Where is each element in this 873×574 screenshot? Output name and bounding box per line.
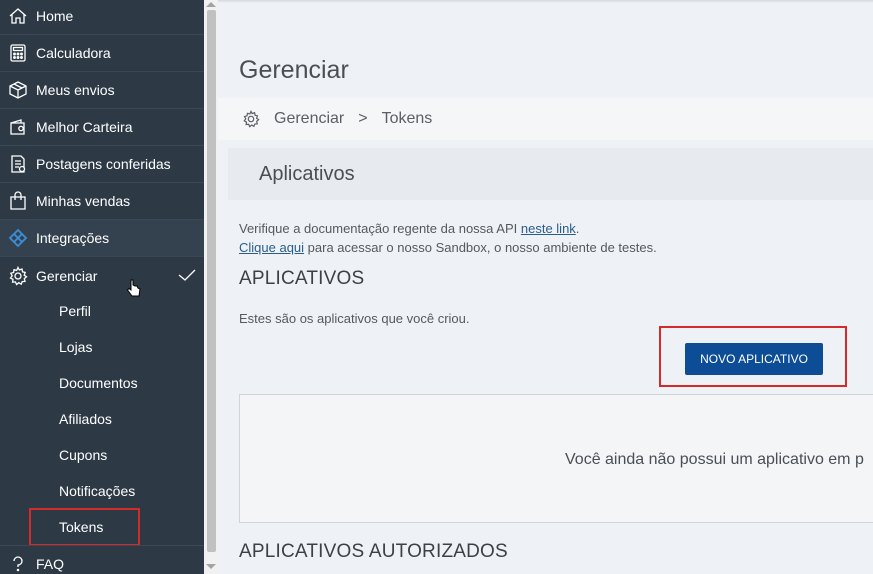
scrollbar-thumb[interactable]: [207, 10, 216, 552]
top-shadow: [218, 0, 873, 3]
sidebar-subitem-notificacoes[interactable]: Notificações: [59, 481, 135, 501]
home-icon: [0, 0, 36, 35]
package-icon: [0, 72, 36, 109]
tokens-highlight-box: [29, 508, 140, 546]
gear-icon: [0, 257, 36, 294]
integration-icon: [0, 220, 36, 257]
breadcrumb-current: Tokens: [381, 110, 433, 127]
breadcrumb: Gerenciar > Tokens: [218, 98, 873, 140]
breadcrumb-root[interactable]: Gerenciar: [274, 110, 344, 128]
sidebar-item-home[interactable]: Home: [0, 0, 204, 35]
authorized-apps-heading: APLICATIVOS AUTORIZADOS: [239, 541, 508, 562]
sidebar-subitem-cupons[interactable]: Cupons: [59, 445, 107, 465]
page-title: Gerenciar: [239, 56, 349, 84]
sidebar-item-label: Gerenciar: [36, 267, 98, 284]
main-content: Gerenciar Gerenciar > Tokens Aplicativos…: [218, 0, 873, 574]
receipt-icon: [0, 146, 36, 183]
info-text: Verifique a documentação regente da noss…: [239, 221, 521, 236]
new-app-button[interactable]: NOVO APLICATIVO: [685, 343, 823, 375]
sidebar-item-integracoes[interactable]: Integrações: [0, 220, 204, 257]
apps-empty-box: Você ainda não possui um aplicativo em p: [239, 394, 873, 523]
scroll-up-arrow-icon[interactable]: [206, 2, 216, 7]
sidebar-item-label: FAQ: [36, 556, 65, 572]
sidebar-item-calculadora[interactable]: Calculadora: [0, 35, 204, 72]
section-title: Aplicativos: [228, 148, 873, 200]
docs-link[interactable]: neste link: [521, 221, 576, 236]
calculator-icon: [0, 35, 36, 72]
gear-icon: [243, 110, 260, 128]
sidebar-item-label: Home: [36, 8, 74, 24]
sidebar-item-gerenciar[interactable]: Gerenciar: [0, 257, 204, 294]
apps-heading: APLICATIVOS: [239, 268, 365, 289]
sidebar-item-label: Minhas vendas: [36, 193, 131, 209]
sidebar-item-label: Meus envios: [36, 82, 115, 98]
sidebar-item-meus-envios[interactable]: Meus envios: [0, 72, 204, 109]
info-text: .: [575, 221, 580, 236]
sidebar-item-faq[interactable]: FAQ: [0, 545, 204, 574]
sidebar-item-melhor-carteira[interactable]: Melhor Carteira: [0, 109, 204, 146]
info-text: para acessar o nosso Sandbox, o nosso am…: [304, 240, 657, 255]
wallet-icon: [0, 109, 36, 146]
sidebar-item-postagens-conferidas[interactable]: Postagens conferidas: [0, 146, 204, 183]
sidebar-item-label: Melhor Carteira: [36, 119, 133, 135]
sidebar-item-label: Calculadora: [36, 45, 111, 61]
sidebar-item-minhas-vendas[interactable]: Minhas vendas: [0, 183, 204, 220]
question-icon: [0, 546, 36, 574]
hand-cursor-icon: [126, 279, 141, 297]
sidebar: Home Calculadora Meus envios Melhor Cart…: [0, 0, 204, 574]
breadcrumb-separator: >: [358, 110, 368, 127]
sandbox-link[interactable]: Clique aqui: [239, 240, 304, 255]
sidebar-subitem-lojas[interactable]: Lojas: [59, 337, 92, 357]
sidebar-subitem-documentos[interactable]: Documentos: [59, 373, 138, 393]
shopping-bag-icon: [0, 183, 36, 220]
api-info-text: Verifique a documentação regente da noss…: [239, 219, 657, 257]
sidebar-item-label: Integrações: [36, 230, 110, 246]
empty-message: Você ainda não possui um aplicativo em p: [565, 451, 864, 468]
apps-description: Estes são os aplicativos que você criou.: [239, 311, 470, 326]
chevron-down-icon[interactable]: [178, 268, 196, 282]
sidebar-subitem-afiliados[interactable]: Afiliados: [59, 409, 112, 429]
scroll-down-arrow-icon[interactable]: [206, 564, 216, 569]
sidebar-item-label: Postagens conferidas: [36, 156, 171, 172]
sidebar-subitem-perfil[interactable]: Perfil: [59, 301, 91, 321]
